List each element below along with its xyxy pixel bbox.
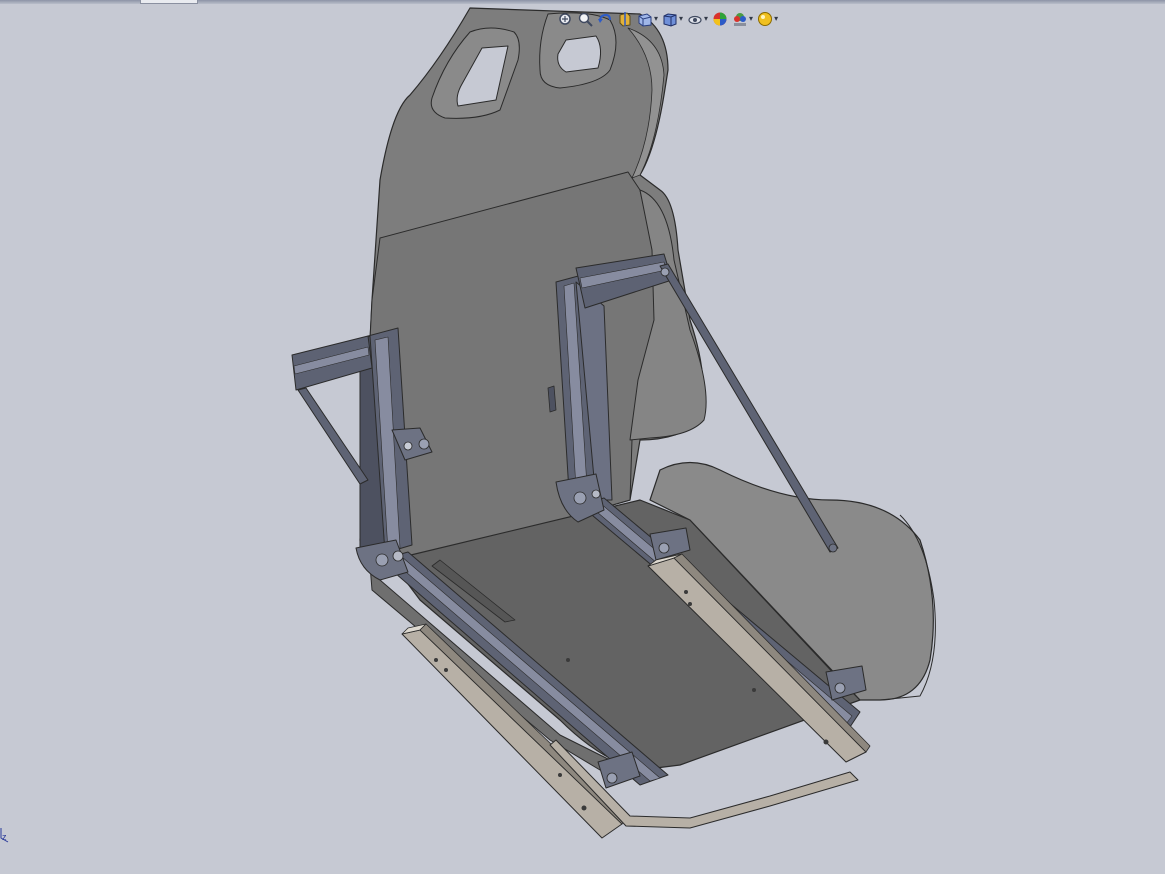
hide-show-items-icon bbox=[688, 15, 702, 25]
zoom-to-fit-button[interactable] bbox=[556, 8, 574, 30]
section-view-button[interactable] bbox=[616, 8, 634, 30]
strut-pin-bottom bbox=[828, 543, 838, 553]
previous-view-icon bbox=[598, 13, 611, 23]
view-settings-icon bbox=[758, 12, 773, 26]
display-style-icon bbox=[663, 13, 677, 27]
chevron-down-icon: ▾ bbox=[774, 14, 779, 23]
triad-axis-label: z bbox=[2, 832, 7, 842]
view-orientation-button[interactable]: ▾ bbox=[636, 8, 659, 30]
section-view-icon bbox=[619, 12, 631, 27]
left-diagonal-brace bbox=[297, 387, 369, 485]
previous-view-button[interactable] bbox=[596, 8, 614, 30]
apply-scene-icon bbox=[734, 13, 747, 26]
graphics-viewport[interactable] bbox=[0, 0, 1165, 874]
view-orientation-icon bbox=[638, 13, 652, 27]
zoom-to-area-icon bbox=[578, 12, 593, 27]
chevron-down-icon: ▾ bbox=[749, 14, 754, 23]
display-style-button[interactable]: ▾ bbox=[661, 8, 684, 30]
zoom-to-fit-icon bbox=[559, 13, 571, 25]
heads-up-view-toolbar: ▾ ▾ ▾ ▾ ▾ bbox=[556, 8, 779, 30]
zoom-to-area-button[interactable] bbox=[576, 8, 594, 30]
chevron-down-icon: ▾ bbox=[679, 14, 684, 23]
apply-scene-button[interactable]: ▾ bbox=[731, 8, 754, 30]
seat-model[interactable] bbox=[291, 7, 936, 839]
pan-hole bbox=[752, 688, 756, 692]
hide-show-items-button[interactable]: ▾ bbox=[686, 8, 709, 30]
chevron-down-icon: ▾ bbox=[654, 14, 659, 23]
edit-appearance-button[interactable] bbox=[711, 8, 729, 30]
view-settings-button[interactable]: ▾ bbox=[756, 8, 779, 30]
pan-hole bbox=[566, 658, 570, 662]
chevron-down-icon: ▾ bbox=[704, 14, 709, 23]
strut-pin-top bbox=[660, 267, 670, 277]
edit-appearance-icon bbox=[713, 12, 727, 26]
